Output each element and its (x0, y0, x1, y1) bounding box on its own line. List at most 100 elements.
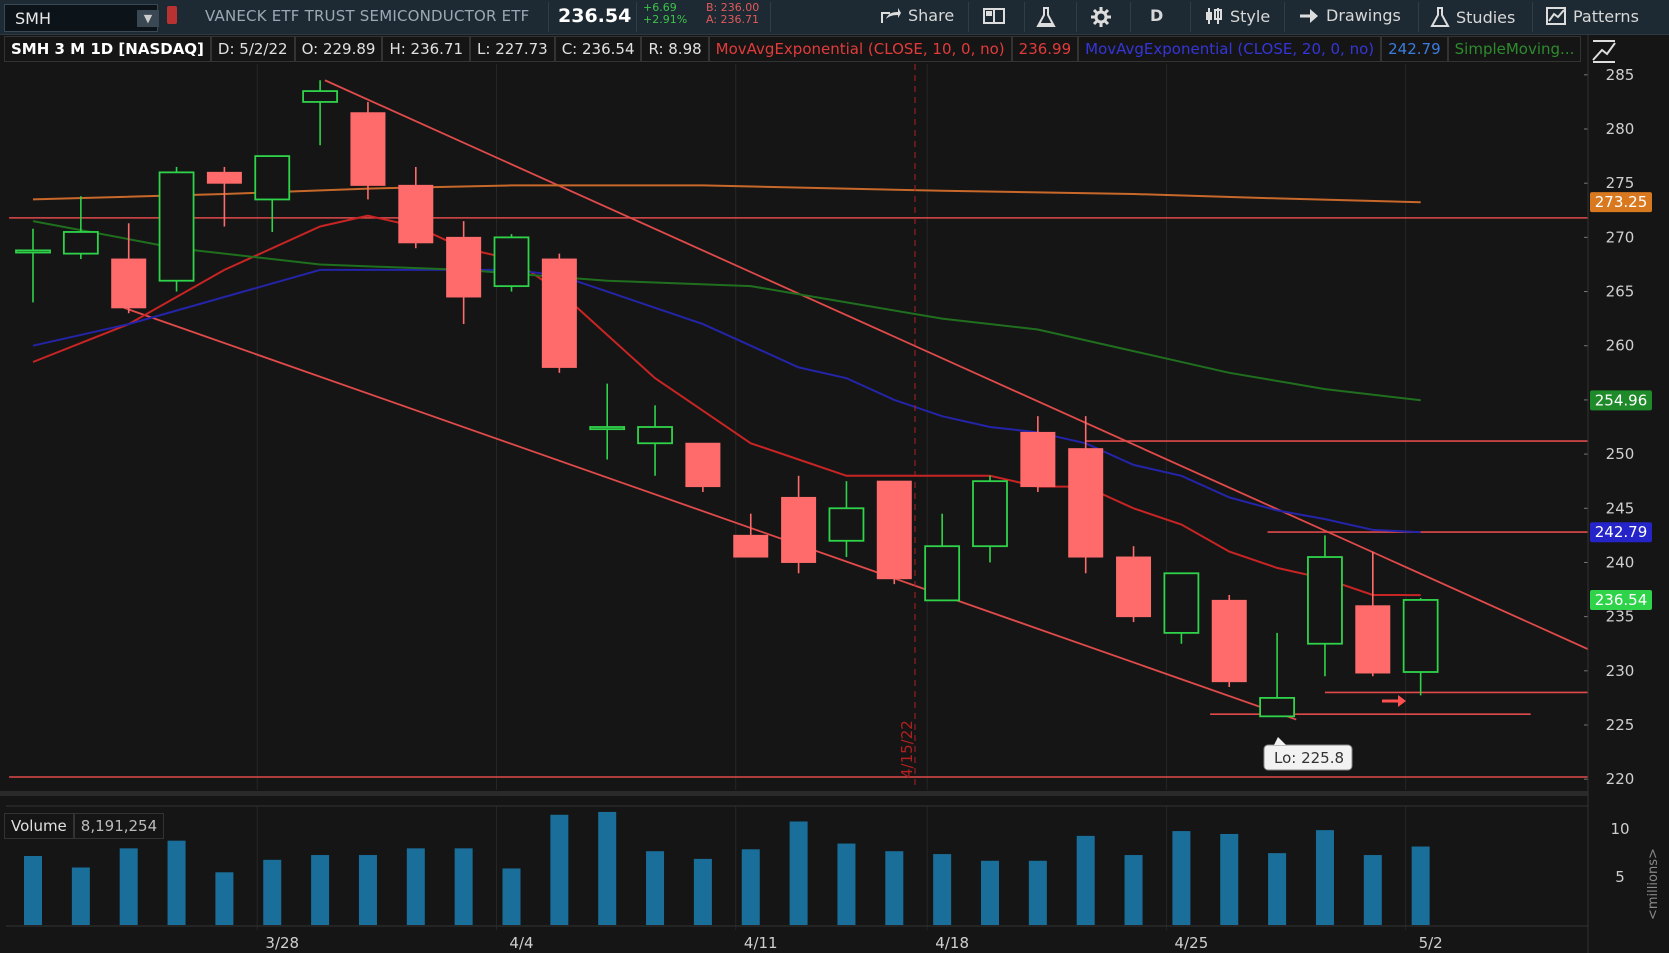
candle-body (1259, 696, 1295, 718)
volume-bar (646, 851, 665, 925)
share-button[interactable]: Share (880, 6, 954, 25)
chart-title: SMH 3 M 1D [NASDAQ] (4, 36, 211, 62)
flexible-grid-button[interactable] (982, 6, 1006, 26)
volume-bar (454, 848, 473, 925)
candle-body (637, 426, 673, 445)
studies-button[interactable]: Studies (1430, 6, 1515, 28)
volume-bar (215, 872, 234, 925)
candle-body (493, 236, 530, 288)
studies-flask-icon (1430, 7, 1450, 27)
axis-tick-label: 280 (1606, 120, 1635, 138)
price-chart[interactable]: 2202252302352402452502552602652702752802… (0, 0, 1669, 953)
style-label: Style (1230, 6, 1271, 26)
gear-icon (1091, 7, 1111, 27)
drawings-button[interactable]: Drawings (1298, 6, 1401, 25)
info-high: H: 236.71 (382, 36, 471, 62)
volume-bar (263, 859, 282, 925)
axis-tick-label: 250 (1606, 445, 1635, 463)
price-tag-label: 242.79 (1595, 523, 1648, 541)
volume-axis-tick-label: 10 (1610, 820, 1629, 838)
volume-bar (981, 860, 999, 925)
candle-body (446, 236, 482, 298)
alert-flag-icon[interactable] (167, 6, 177, 24)
candle-body (206, 171, 242, 184)
symbol-description: VANECK ETF TRUST SEMICONDUCTOR ETF (205, 7, 530, 25)
price-tag-label: 273.25 (1595, 193, 1648, 211)
style-button[interactable]: Style (1204, 6, 1270, 26)
ema20-value: 242.79 (1381, 36, 1448, 62)
patterns-button[interactable]: Patterns (1545, 6, 1639, 26)
volume-bar (598, 811, 617, 925)
date-marker-label: 4/15/22 (898, 720, 916, 778)
candle-body (1402, 599, 1439, 673)
ema10-study-label[interactable]: MovAvgExponential (CLOSE, 10, 0, no) (708, 36, 1012, 62)
axis-tick-label: 240 (1606, 553, 1635, 571)
candle-body (1355, 605, 1391, 674)
settings-button[interactable] (1090, 6, 1112, 28)
volume-bar (1124, 855, 1143, 925)
axis-tick-label: 285 (1606, 66, 1635, 84)
axis-tick-label: 230 (1606, 662, 1635, 680)
candle-style-icon (1206, 8, 1222, 24)
candle-body (1068, 448, 1104, 558)
axis-tick-label: 260 (1606, 337, 1635, 355)
info-range: R: 8.98 (641, 36, 709, 62)
period-button[interactable]: D (1150, 6, 1163, 25)
candle-body (685, 442, 721, 488)
volume-bar (1363, 855, 1382, 925)
share-icon (881, 7, 901, 23)
price-tag-label: 254.96 (1595, 391, 1648, 409)
symbol-selector[interactable]: SMH ▼ (4, 4, 159, 32)
lab-button[interactable] (1036, 6, 1056, 28)
candle-body (254, 155, 291, 201)
symbol-text: SMH (15, 9, 51, 28)
arrow-right-icon (1300, 8, 1318, 23)
candle-body (733, 534, 769, 558)
net-change: +6.69 +2.91% (643, 2, 687, 26)
change-percent: +2.91% (643, 13, 688, 26)
info-date: D: 5/2/22 (210, 36, 295, 62)
chart-info-bar: SMH 3 M 1D [NASDAQ] D: 5/2/22 O: 229.89 … (4, 36, 1582, 62)
volume-bar (1315, 830, 1334, 925)
volume-bar (933, 854, 952, 925)
volume-bar (1172, 831, 1191, 925)
volume-bar (24, 856, 42, 925)
axis-tick-label: 220 (1606, 770, 1635, 788)
candle-body (111, 258, 147, 309)
volume-bar (550, 814, 569, 925)
time-axis-label: 4/18 (935, 934, 969, 952)
volume-bar (358, 855, 377, 925)
candle-body (62, 231, 99, 255)
flask-icon (1036, 7, 1056, 27)
candle-body (350, 112, 386, 186)
volume-bar (1028, 860, 1047, 925)
candle-body (876, 480, 912, 580)
axis-tick-label: 235 (1606, 608, 1635, 626)
time-axis-label: 4/11 (744, 934, 778, 952)
studies-label: Studies (1456, 7, 1516, 27)
candle-body (1116, 556, 1152, 618)
candle-body (828, 507, 865, 542)
patterns-icon (1546, 7, 1566, 25)
candle-body (158, 171, 195, 282)
volume-bar (693, 858, 712, 925)
sma-study-label[interactable]: SimpleMoving... (1447, 36, 1582, 62)
ema20-study-label[interactable]: MovAvgExponential (CLOSE, 20, 0, no) (1078, 36, 1382, 62)
last-price: 236.54 (558, 5, 632, 27)
info-close: C: 236.54 (554, 36, 642, 62)
time-axis-label: 4/25 (1175, 934, 1209, 952)
candle-body (1307, 556, 1343, 645)
candle-body (302, 90, 339, 103)
chevron-down-icon[interactable]: ▼ (137, 10, 159, 27)
candle-body (1163, 572, 1200, 634)
volume-label: Volume (4, 813, 74, 839)
volume-bar (406, 848, 425, 925)
volume-axis-tick-label: 5 (1615, 868, 1625, 886)
volume-bar (119, 848, 138, 925)
chart-expand-icon[interactable] (1590, 38, 1618, 68)
candle-body (924, 545, 961, 602)
info-open: O: 229.89 (294, 36, 383, 62)
time-axis-label: 3/28 (265, 934, 299, 952)
axis-tick-label: 275 (1606, 174, 1635, 192)
panel-divider[interactable] (0, 791, 1588, 796)
